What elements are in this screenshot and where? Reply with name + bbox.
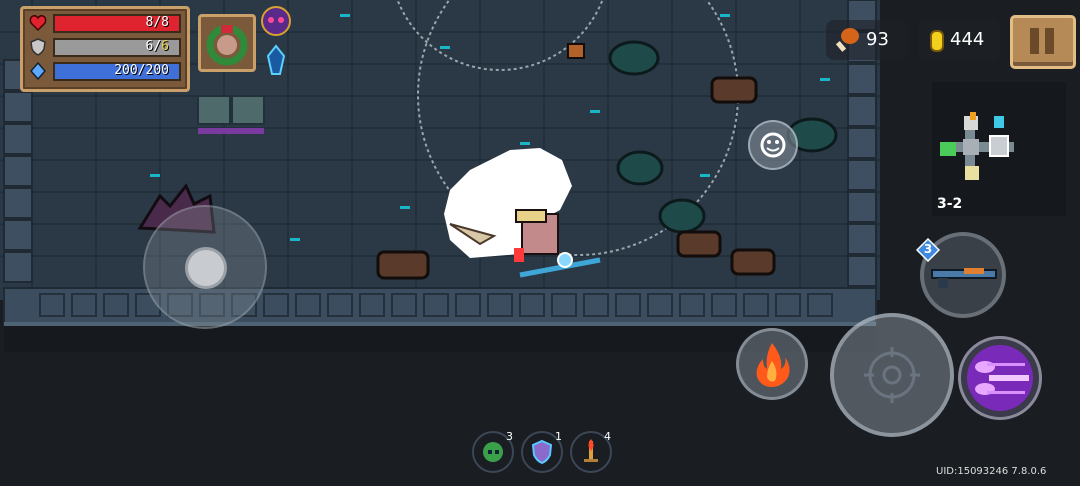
blue-spirit-buff-icon [266, 44, 286, 75]
supply-crates [197, 95, 265, 134]
health-value: 8/8 [145, 15, 169, 30]
energy-bar: 200/200 [53, 62, 181, 81]
purple-energy-blast-icon [967, 345, 1033, 411]
meat-count: 93 [866, 29, 889, 50]
shield-icon [30, 38, 46, 56]
weapon-energy-cost: 3 [915, 237, 941, 263]
character-skill-button[interactable] [958, 336, 1042, 420]
joystick-knob[interactable] [185, 247, 227, 289]
minimap-rooms [940, 112, 1014, 180]
meat-drumstick-icon [835, 28, 859, 52]
gold-count: 444 [950, 29, 985, 50]
armor-value: 6/6 [55, 39, 179, 54]
uid-version-text: UID:15093246 7.8.0.6 [936, 466, 1047, 477]
minimap[interactable]: 3-2 [932, 82, 1066, 216]
gold-counter: 444 [918, 20, 1000, 60]
player-stats-panel: 8/8 6/6 200/200 [20, 6, 190, 92]
energy-value: 200/200 [114, 63, 169, 78]
movement-joystick[interactable] [143, 205, 267, 329]
fire-skill-button[interactable] [736, 328, 808, 400]
wreath-portrait-icon [206, 24, 248, 66]
armor-separator: / [153, 39, 162, 54]
energy-crystal-icon [30, 62, 46, 80]
pause-icon-bar-left [1030, 28, 1039, 54]
pause-button[interactable] [1010, 15, 1076, 69]
crosshair-icon [864, 347, 920, 403]
level-indicator: 3-2 [937, 196, 963, 212]
emote-button[interactable] [748, 120, 798, 170]
attack-button[interactable] [830, 313, 954, 437]
skill-1-count: 3 [506, 430, 513, 443]
character-portrait-button[interactable] [198, 14, 256, 72]
gold-coin-icon [930, 30, 944, 52]
armor-bar: 6/6 [53, 38, 181, 57]
weapon-energy-cost-value: 3 [923, 242, 933, 256]
pause-icon-bar-right [1045, 28, 1054, 54]
heart-icon [29, 15, 47, 32]
skill-3-count: 4 [604, 430, 611, 443]
flame-icon [756, 343, 790, 387]
demon-mask-buff-icon [261, 6, 291, 36]
armor-max: 6 [161, 39, 169, 54]
left-wall [3, 59, 33, 283]
skill-2-count: 1 [555, 430, 562, 443]
health-bar: 8/8 [53, 14, 181, 33]
smiley-face-icon [760, 132, 786, 158]
meat-counter: 93 [826, 20, 908, 60]
